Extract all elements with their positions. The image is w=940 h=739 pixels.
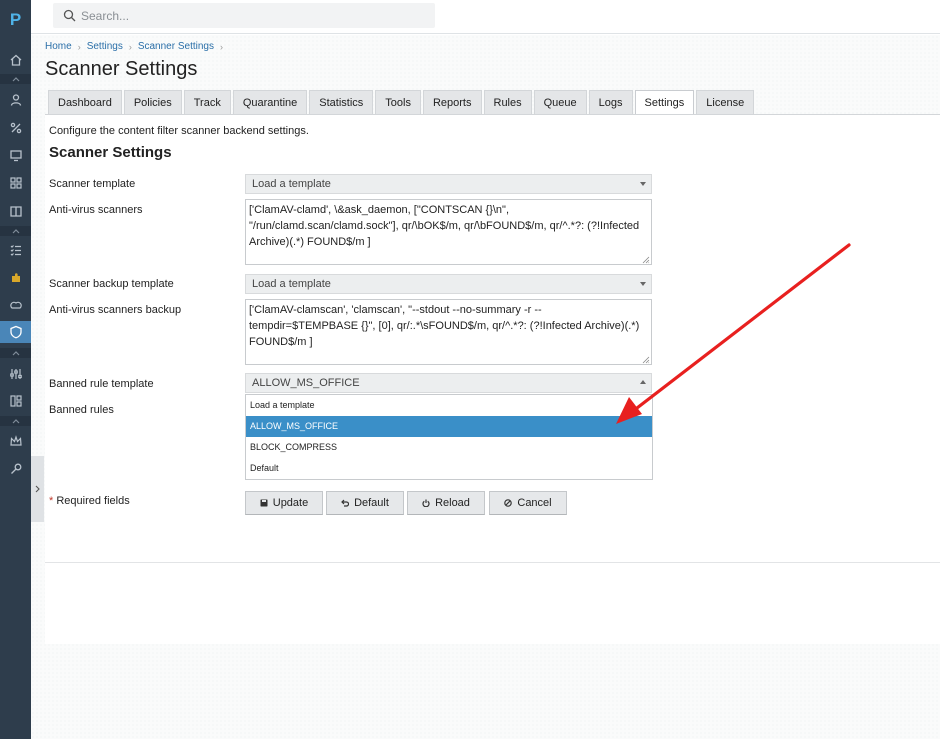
breadcrumb-home[interactable]: Home bbox=[45, 41, 72, 52]
chevron-up-icon[interactable] bbox=[0, 416, 31, 426]
search-icon bbox=[63, 9, 76, 22]
cloud-icon[interactable] bbox=[0, 294, 31, 316]
banned-template-label: Banned rule template bbox=[49, 378, 154, 390]
scanner-template-select[interactable]: Load a template bbox=[245, 174, 652, 194]
percent-icon[interactable] bbox=[0, 117, 31, 139]
caret-down-icon bbox=[640, 282, 646, 286]
tab-settings[interactable]: Settings bbox=[634, 90, 695, 115]
top-bar bbox=[31, 0, 940, 34]
reload-button[interactable]: Reload bbox=[407, 491, 485, 515]
resize-grip-icon[interactable] bbox=[642, 356, 650, 364]
section-title: Scanner Settings bbox=[49, 144, 172, 161]
breadcrumb-separator-icon: › bbox=[220, 41, 223, 52]
dropdown-option-block-compress[interactable]: BLOCK_COMPRESS bbox=[246, 437, 652, 458]
default-label: Default bbox=[354, 497, 389, 509]
caret-down-icon bbox=[640, 182, 646, 186]
page-description: Configure the content filter scanner bac… bbox=[49, 125, 309, 137]
nav-rail: P bbox=[0, 0, 31, 739]
reload-label: Reload bbox=[435, 497, 470, 509]
search-input[interactable] bbox=[81, 3, 421, 28]
wrench-icon[interactable] bbox=[0, 458, 31, 480]
tab-rules[interactable]: Rules bbox=[483, 90, 532, 114]
dropdown-option-allow-ms-office[interactable]: ALLOW_MS_OFFICE bbox=[246, 416, 652, 437]
app-logo[interactable]: P bbox=[0, 6, 31, 34]
user-icon[interactable] bbox=[0, 89, 31, 111]
backup-template-select[interactable]: Load a template bbox=[245, 274, 652, 294]
banned-template-dropdown: Load a template ALLOW_MS_OFFICE BLOCK_CO… bbox=[245, 394, 653, 480]
checklist-icon[interactable] bbox=[0, 239, 31, 261]
undo-icon bbox=[341, 499, 350, 507]
form-divider bbox=[45, 562, 940, 563]
layout-icon[interactable] bbox=[0, 390, 31, 412]
antivirus-scanners-textarea[interactable] bbox=[245, 199, 652, 265]
save-icon bbox=[260, 499, 268, 507]
dropdown-option-default[interactable]: Default bbox=[246, 458, 652, 479]
tab-track[interactable]: Track bbox=[183, 90, 231, 114]
breadcrumb-settings[interactable]: Settings bbox=[87, 41, 123, 52]
home-icon[interactable] bbox=[0, 49, 31, 71]
antivirus-backup-textarea[interactable] bbox=[245, 299, 652, 365]
scanner-template-value: Load a template bbox=[252, 178, 331, 190]
breadcrumb-separator-icon: › bbox=[128, 41, 132, 52]
tab-policies[interactable]: Policies bbox=[123, 90, 182, 114]
cancel-button[interactable]: Cancel bbox=[489, 491, 567, 515]
default-button[interactable]: Default bbox=[326, 491, 404, 515]
banned-template-select[interactable]: ALLOW_MS_OFFICE bbox=[245, 373, 652, 393]
search-box[interactable] bbox=[53, 3, 435, 28]
main-content: Home › Settings › Scanner Settings › Sca… bbox=[31, 35, 940, 739]
backup-template-value: Load a template bbox=[252, 278, 331, 290]
tab-dashboard[interactable]: Dashboard bbox=[48, 90, 122, 114]
tab-tools[interactable]: Tools bbox=[375, 90, 421, 114]
cancel-icon bbox=[504, 499, 513, 507]
tab-license[interactable]: License bbox=[696, 90, 755, 114]
antivirus-backup-label: Anti-virus scanners backup bbox=[49, 304, 182, 316]
caret-up-icon bbox=[640, 380, 646, 384]
tab-logs[interactable]: Logs bbox=[588, 90, 633, 114]
chevron-up-icon[interactable] bbox=[0, 348, 31, 358]
sidebar-toggle[interactable] bbox=[31, 456, 44, 522]
book-icon[interactable] bbox=[0, 200, 31, 222]
banned-template-value: ALLOW_MS_OFFICE bbox=[252, 377, 360, 389]
cancel-label: Cancel bbox=[517, 497, 552, 509]
sliders-icon[interactable] bbox=[0, 363, 31, 385]
tab-queue[interactable]: Queue bbox=[533, 90, 587, 114]
grid-icon[interactable] bbox=[0, 172, 31, 194]
breadcrumb-scanner-settings[interactable]: Scanner Settings bbox=[138, 41, 214, 52]
required-text: Required fields bbox=[56, 495, 130, 507]
breadcrumb: Home › Settings › Scanner Settings › bbox=[45, 41, 223, 52]
tab-reports[interactable]: Reports bbox=[422, 90, 482, 114]
dropdown-option-load-template[interactable]: Load a template bbox=[246, 395, 652, 416]
breadcrumb-separator-icon: › bbox=[77, 41, 81, 52]
update-label: Update bbox=[272, 497, 309, 509]
antivirus-scanners-label: Anti-virus scanners bbox=[49, 204, 143, 216]
required-star: * bbox=[49, 495, 54, 507]
tab-statistics[interactable]: Statistics bbox=[309, 90, 374, 114]
settings-panel: Configure the content filter scanner bac… bbox=[45, 114, 940, 644]
tab-quarantine[interactable]: Quarantine bbox=[232, 90, 308, 114]
chevron-up-icon[interactable] bbox=[0, 74, 31, 84]
shield-icon[interactable] bbox=[0, 321, 31, 343]
power-icon bbox=[422, 499, 430, 507]
update-button[interactable]: Update bbox=[245, 491, 323, 515]
page-title: Scanner Settings bbox=[45, 58, 198, 80]
banned-rules-label: Banned rules bbox=[49, 404, 114, 416]
scanner-template-label: Scanner template bbox=[49, 178, 136, 190]
tab-bar: Dashboard Policies Track Quarantine Stat… bbox=[48, 90, 755, 115]
monitor-icon[interactable] bbox=[0, 144, 31, 166]
chevron-up-icon[interactable] bbox=[0, 226, 31, 236]
resize-grip-icon[interactable] bbox=[642, 256, 650, 264]
required-note: * Required fields bbox=[49, 495, 130, 507]
crown-icon[interactable] bbox=[0, 430, 31, 452]
chevron-right-icon bbox=[35, 485, 40, 493]
puzzle-icon[interactable] bbox=[0, 267, 31, 289]
backup-template-label: Scanner backup template bbox=[49, 278, 174, 290]
